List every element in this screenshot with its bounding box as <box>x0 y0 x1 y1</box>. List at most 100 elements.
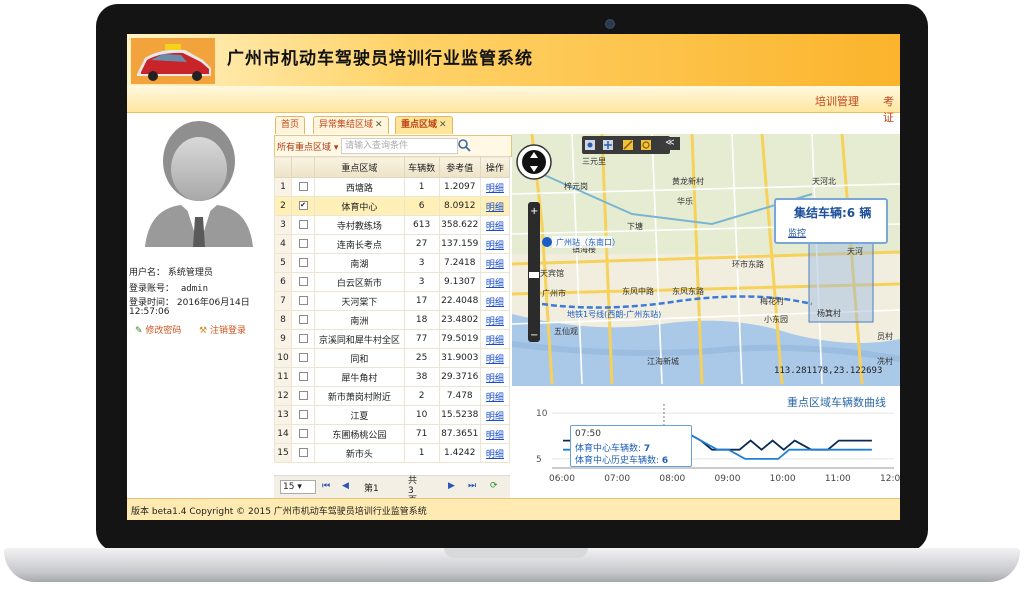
row-detail-link[interactable]: 明细 <box>479 405 511 425</box>
row-detail-link[interactable]: 明细 <box>479 215 511 235</box>
table-row[interactable]: 15 新市头 1 1.4242 明细 <box>273 443 511 463</box>
last-page-icon[interactable]: ⏭ <box>468 481 476 491</box>
detail-link[interactable]: 明细 <box>486 317 504 327</box>
table-row[interactable]: 6 白云区新市 3 9.1307 明细 <box>273 272 511 292</box>
checkbox[interactable] <box>298 334 308 343</box>
detail-link[interactable]: 明细 <box>486 450 504 460</box>
map-view[interactable]: 三元里 梓元岗 下塘 广州市 东风中路 东风东路 环市东路 五仙观 江海新城 天… <box>512 134 900 386</box>
tab-abnormal-gathering[interactable]: 异常集结区域 ✕ <box>313 116 389 134</box>
detail-link[interactable]: 明细 <box>486 355 504 365</box>
row-detail-link[interactable]: 明细 <box>479 196 511 216</box>
detail-link[interactable]: 明细 <box>486 374 504 384</box>
close-icon[interactable]: ✕ <box>375 120 383 130</box>
row-checkbox[interactable] <box>291 177 316 197</box>
detail-link[interactable]: 明细 <box>486 336 504 346</box>
checkbox[interactable]: ✔ <box>298 201 308 210</box>
checkbox[interactable] <box>298 391 308 400</box>
table-row[interactable]: 14 东圃杨桃公园 71 87.3651 明细 <box>273 424 511 444</box>
refresh-icon[interactable]: ⟳ <box>490 481 498 491</box>
table-row[interactable]: 11 犀牛角村 38 29.3716 明细 <box>273 367 511 387</box>
detail-link[interactable]: 明细 <box>486 298 504 308</box>
row-detail-link[interactable]: 明细 <box>479 386 511 406</box>
logout-link[interactable]: ⚒ 注销登录 <box>199 323 246 336</box>
detail-link[interactable]: 明细 <box>486 393 504 403</box>
table-row[interactable]: 2 ✔ 体育中心 6 8.0912 明细 <box>273 196 511 216</box>
row-detail-link[interactable]: 明细 <box>479 253 511 273</box>
close-icon[interactable]: ✕ <box>439 120 447 130</box>
checkbox[interactable] <box>298 372 308 381</box>
checkbox[interactable] <box>298 429 308 438</box>
table-row[interactable]: 1 西塘路 1 1.2097 明细 <box>273 177 511 197</box>
table-row[interactable]: 4 连南长考点 27 137.159 明细 <box>273 234 511 254</box>
row-detail-link[interactable]: 明细 <box>479 272 511 292</box>
prev-page-icon[interactable]: ◀ <box>342 481 349 491</box>
row-checkbox[interactable] <box>291 253 316 273</box>
table-row[interactable]: 12 新市萧岗村附近 2 7.478 明细 <box>273 386 511 406</box>
detail-link[interactable]: 明细 <box>486 222 504 232</box>
detail-link[interactable]: 明细 <box>486 184 504 194</box>
row-detail-link[interactable]: 明细 <box>479 367 511 387</box>
checkbox[interactable] <box>298 277 308 286</box>
table-row[interactable]: 7 天河棠下 17 22.4048 明细 <box>273 291 511 311</box>
detail-link[interactable]: 明细 <box>486 431 504 441</box>
next-page-icon[interactable]: ▶ <box>448 481 455 491</box>
row-checkbox[interactable] <box>291 310 316 330</box>
table-row[interactable]: 3 寺村教练场 613 358.622 明细 <box>273 215 511 235</box>
area-filter-dropdown[interactable]: 所有重点区域 ▾ <box>277 140 338 153</box>
tab-home[interactable]: 首页 <box>275 116 306 134</box>
row-checkbox[interactable] <box>291 234 316 254</box>
monitor-link[interactable]: 监控 <box>788 226 806 239</box>
area-draw-icon[interactable] <box>640 139 652 151</box>
row-checkbox[interactable] <box>291 215 316 235</box>
row-detail-link[interactable]: 明细 <box>479 291 511 311</box>
nav-exam[interactable]: 考证 <box>883 93 900 125</box>
search-icon[interactable] <box>457 138 471 152</box>
locate-icon[interactable] <box>584 139 596 151</box>
pan-icon[interactable] <box>602 139 614 151</box>
row-detail-link[interactable]: 明细 <box>479 329 511 349</box>
checkbox[interactable] <box>298 448 308 457</box>
table-row[interactable]: 10 同和 25 31.9003 明细 <box>273 348 511 368</box>
collapse-map-icon[interactable]: ≪ <box>660 137 680 150</box>
map-zoom-control[interactable]: + − <box>516 142 552 352</box>
nav-training-management[interactable]: 培训管理 <box>815 93 859 109</box>
measure-icon[interactable] <box>622 139 634 151</box>
checkbox[interactable] <box>298 182 308 191</box>
row-detail-link[interactable]: 明细 <box>479 177 511 197</box>
row-detail-link[interactable]: 明细 <box>479 443 511 463</box>
tab-key-areas[interactable]: 重点区域 ✕ <box>395 116 453 134</box>
row-checkbox[interactable] <box>291 386 316 406</box>
checkbox[interactable] <box>298 410 308 419</box>
row-checkbox[interactable] <box>291 272 316 292</box>
row-detail-link[interactable]: 明细 <box>479 310 511 330</box>
checkbox[interactable] <box>298 296 308 305</box>
row-checkbox[interactable] <box>291 424 316 444</box>
row-checkbox[interactable] <box>291 405 316 425</box>
row-checkbox[interactable]: ✔ <box>291 196 316 216</box>
change-password-link[interactable]: ✎ 修改密码 <box>135 323 181 336</box>
checkbox[interactable] <box>298 353 308 362</box>
row-detail-link[interactable]: 明细 <box>479 348 511 368</box>
row-checkbox[interactable] <box>291 329 316 349</box>
detail-link[interactable]: 明细 <box>486 203 504 213</box>
row-checkbox[interactable] <box>291 348 316 368</box>
table-row[interactable]: 8 南洲 18 23.4802 明细 <box>273 310 511 330</box>
table-row[interactable]: 9 京溪同和犀牛村全区 77 79.5019 明细 <box>273 329 511 349</box>
checkbox[interactable] <box>298 239 308 248</box>
page-size-select[interactable]: 15 ▾ <box>280 480 316 494</box>
table-row[interactable]: 13 江夏 10 15.5238 明细 <box>273 405 511 425</box>
checkbox[interactable] <box>298 258 308 267</box>
detail-link[interactable]: 明细 <box>486 260 504 270</box>
detail-link[interactable]: 明细 <box>486 241 504 251</box>
search-input[interactable]: 请输入查询条件 <box>341 138 458 154</box>
row-detail-link[interactable]: 明细 <box>479 424 511 444</box>
row-checkbox[interactable] <box>291 443 316 463</box>
detail-link[interactable]: 明细 <box>486 412 504 422</box>
checkbox[interactable] <box>298 315 308 324</box>
row-checkbox[interactable] <box>291 367 316 387</box>
detail-link[interactable]: 明细 <box>486 279 504 289</box>
checkbox[interactable] <box>298 220 308 229</box>
row-detail-link[interactable]: 明细 <box>479 234 511 254</box>
row-checkbox[interactable] <box>291 291 316 311</box>
table-row[interactable]: 5 南湖 3 7.2418 明细 <box>273 253 511 273</box>
